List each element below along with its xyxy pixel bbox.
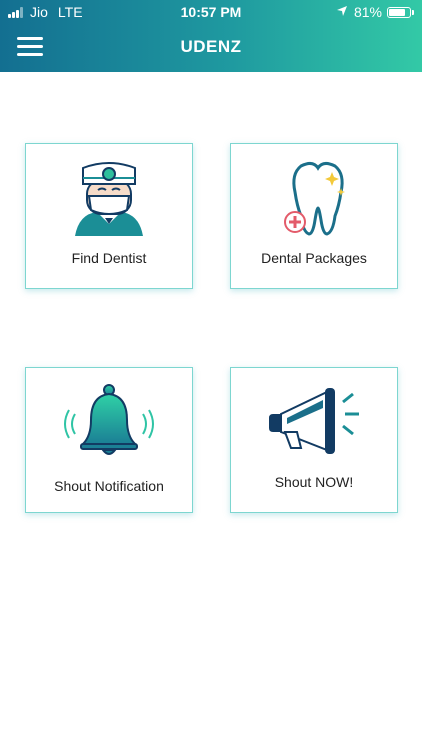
home-screen: Jio LTE 10:57 PM 81% UDENZ Find Dentist … bbox=[0, 0, 422, 750]
battery-percent: 81% bbox=[353, 4, 382, 20]
tooth-icon bbox=[284, 161, 345, 236]
location-arrow-icon bbox=[336, 4, 348, 20]
find-dentist-tile[interactable]: Find Dentist bbox=[25, 143, 193, 289]
status-right: 81% bbox=[336, 4, 414, 20]
status-bar: Jio LTE 10:57 PM 81% bbox=[0, 0, 422, 24]
app-header: Jio LTE 10:57 PM 81% UDENZ bbox=[0, 0, 422, 72]
find-dentist-label: Find Dentist bbox=[71, 250, 147, 266]
battery-icon bbox=[387, 6, 411, 18]
nav-bar: UDENZ bbox=[0, 24, 422, 72]
battery-tip bbox=[412, 9, 414, 15]
shout-notification-tile[interactable]: Shout Notification bbox=[25, 367, 193, 513]
bell-icon bbox=[64, 384, 154, 455]
megaphone-icon bbox=[269, 388, 359, 454]
dental-packages-tile[interactable]: Dental Packages bbox=[230, 143, 398, 289]
dentist-icon bbox=[75, 162, 143, 236]
dental-packages-label: Dental Packages bbox=[261, 250, 367, 266]
shout-now-tile[interactable]: Shout NOW! bbox=[230, 367, 398, 513]
shout-now-label: Shout NOW! bbox=[274, 474, 354, 490]
battery-level-fill bbox=[389, 8, 405, 16]
app-title: UDENZ bbox=[180, 37, 242, 56]
shout-notification-label: Shout Notification bbox=[54, 478, 164, 494]
